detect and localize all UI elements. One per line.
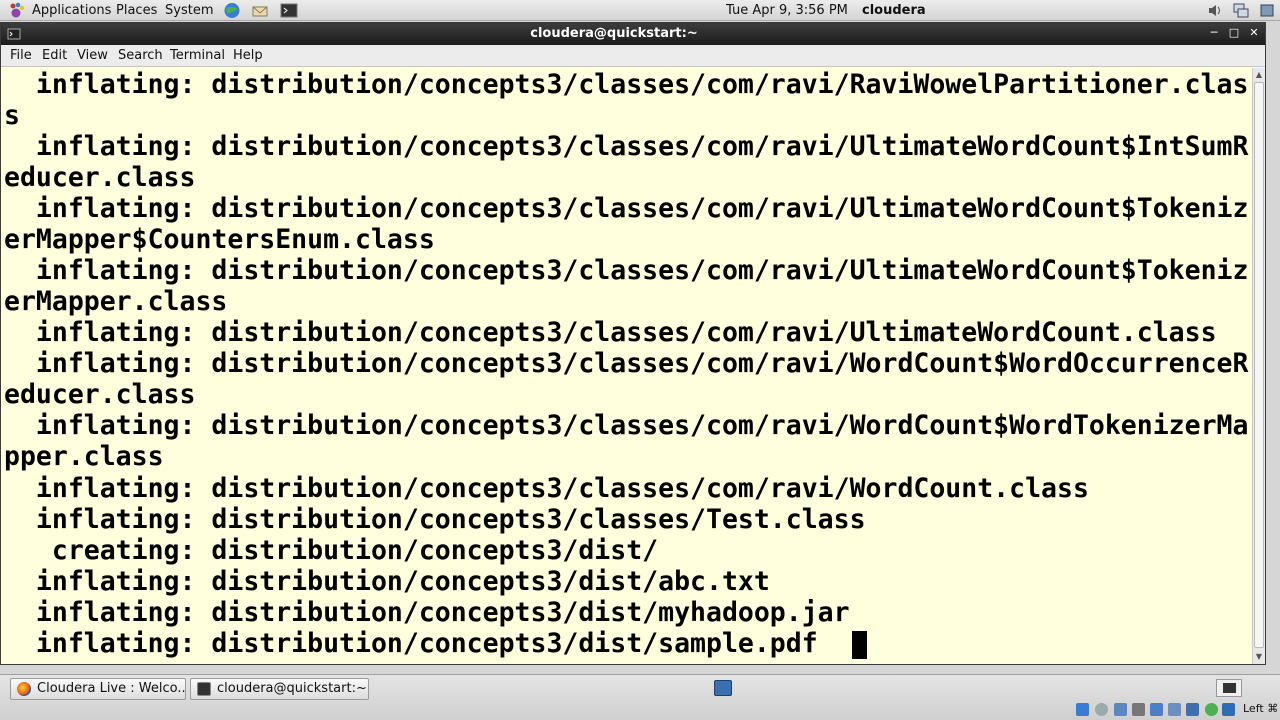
clock[interactable]: Tue Apr 9, 3:56 PM <box>726 2 848 19</box>
terminal-line: s <box>4 100 20 131</box>
terminal-window: cloudera@quickstart:~ ─ □ ✕ File Edit Vi… <box>0 22 1266 665</box>
host-key-label: Left ⌘ <box>1243 702 1279 715</box>
terminal-line: pper.class <box>4 441 164 472</box>
terminal-line: inflating: distribution/concepts3/dist/a… <box>4 566 770 597</box>
terminal-line: educer.class <box>4 379 196 410</box>
terminal-line: inflating: distribution/concepts3/classe… <box>4 504 866 535</box>
mail-icon[interactable] <box>251 2 269 19</box>
web-browser-icon[interactable] <box>223 2 241 19</box>
capture-icon[interactable] <box>1186 703 1199 716</box>
menu-bar: File Edit View Search Terminal Help <box>1 45 1265 67</box>
status-ok-icon[interactable] <box>1205 703 1218 716</box>
places-menu[interactable]: Places <box>116 2 157 19</box>
firefox-icon <box>17 682 31 696</box>
scroll-down-icon[interactable]: ▼ <box>1253 651 1265 663</box>
shared-folder-icon[interactable] <box>1150 703 1163 716</box>
task-terminal[interactable]: cloudera@quickstart:~ <box>190 678 369 700</box>
terminal-line: educer.class <box>4 162 196 193</box>
menu-file[interactable]: File <box>10 48 32 63</box>
update-icon[interactable] <box>1258 2 1276 19</box>
terminal-line: inflating: distribution/concepts3/classe… <box>4 317 1217 348</box>
terminal-line: inflating: distribution/concepts3/classe… <box>4 410 1249 441</box>
display-icon[interactable] <box>1168 703 1181 716</box>
keyboard-icon[interactable] <box>1222 703 1235 716</box>
terminal-line: creating: distribution/concepts3/dist/ <box>4 535 659 566</box>
maximize-button[interactable]: □ <box>1226 25 1242 41</box>
workspace-switcher-icon[interactable] <box>714 680 732 696</box>
terminal-line: inflating: distribution/concepts3/classe… <box>4 193 1249 224</box>
scroll-up-icon[interactable]: ▲ <box>1253 69 1265 81</box>
terminal-line: inflating: distribution/concepts3/classe… <box>4 131 1249 162</box>
menu-view[interactable]: View <box>77 48 108 63</box>
terminal-line: inflating: distribution/concepts3/classe… <box>4 255 1249 286</box>
show-desktop-icon <box>1223 683 1236 693</box>
terminal-icon <box>197 682 211 696</box>
network-icon[interactable] <box>1232 2 1250 19</box>
task-firefox[interactable]: Cloudera Live : Welco... <box>10 678 186 700</box>
task-label: cloudera@quickstart:~ <box>217 681 367 696</box>
window-title: cloudera@quickstart:~ <box>530 26 698 41</box>
terminal-line: inflating: distribution/concepts3/classe… <box>4 348 1249 379</box>
terminal-line: inflating: distribution/concepts3/classe… <box>4 69 1249 100</box>
terminal-scrollbar[interactable]: ▲ ▼ <box>1252 68 1265 664</box>
terminal-line: inflating: distribution/concepts3/dist/s… <box>4 628 850 659</box>
disc-icon[interactable] <box>1095 703 1108 716</box>
close-button[interactable]: ✕ <box>1246 25 1262 41</box>
menu-edit[interactable]: Edit <box>42 48 67 63</box>
bottom-panel: Cloudera Live : Welco... cloudera@quicks… <box>0 674 1280 720</box>
top-panel: Applications Places System Tue Apr 9, 3:… <box>0 0 1280 21</box>
terminal-line: inflating: distribution/concepts3/dist/m… <box>4 597 850 628</box>
terminal-cursor <box>852 631 867 659</box>
scrollbar-thumb[interactable] <box>1254 82 1264 648</box>
minimize-button[interactable]: ─ <box>1206 25 1222 41</box>
network-status-icon[interactable] <box>1114 703 1127 716</box>
bluetooth-icon[interactable] <box>1076 703 1089 716</box>
terminal-line: erMapper$CountersEnum.class <box>4 224 435 255</box>
menu-terminal[interactable]: Terminal <box>170 48 225 63</box>
user-name[interactable]: cloudera <box>862 2 926 19</box>
applications-menu[interactable]: Applications <box>32 2 111 19</box>
menu-help[interactable]: Help <box>233 48 263 63</box>
title-bar[interactable]: cloudera@quickstart:~ ─ □ ✕ <box>1 23 1265 45</box>
gnome-foot-icon <box>10 2 25 18</box>
usb-icon[interactable] <box>1132 703 1145 716</box>
volume-icon[interactable] <box>1206 2 1224 19</box>
show-desktop-button[interactable] <box>1216 679 1242 697</box>
terminal-output[interactable]: inflating: distribution/concepts3/classe… <box>1 68 1252 664</box>
terminal-line: inflating: distribution/concepts3/classe… <box>4 473 1089 504</box>
terminal-line: erMapper.class <box>4 286 228 317</box>
task-label: Cloudera Live : Welco... <box>37 681 186 696</box>
terminal-launcher-icon[interactable] <box>280 2 298 19</box>
system-menu[interactable]: System <box>165 2 213 19</box>
menu-search[interactable]: Search <box>118 48 163 63</box>
